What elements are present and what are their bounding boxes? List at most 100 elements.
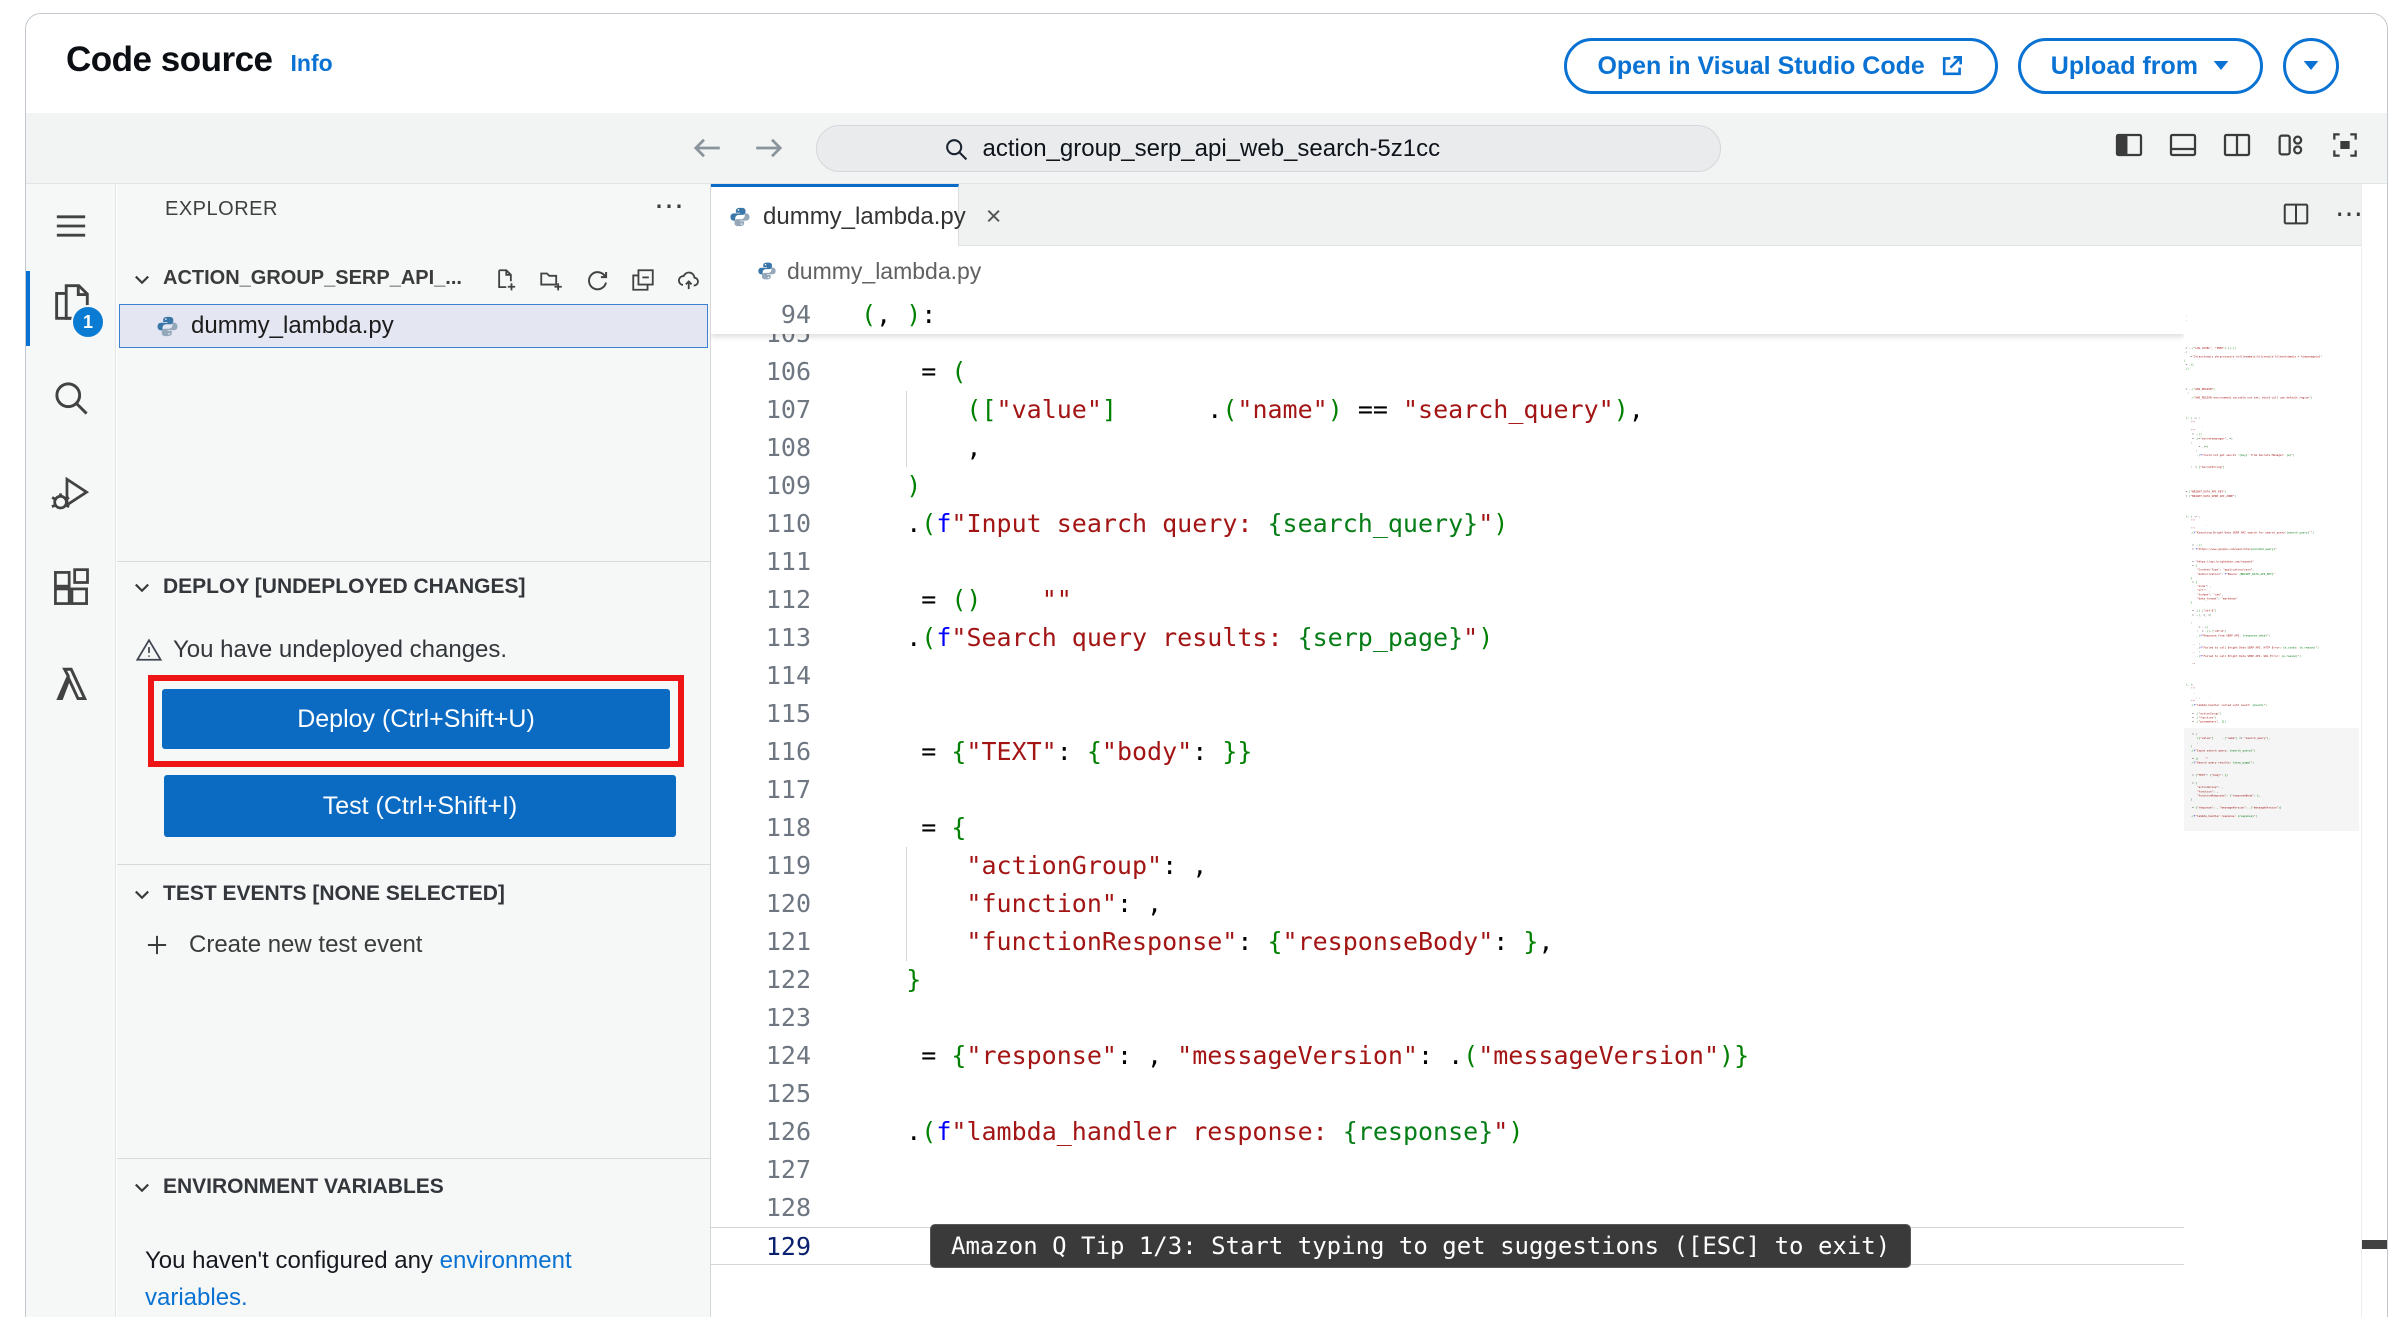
editor-more-actions-icon[interactable]: ⋯ [2335,198,2363,230]
editor-scrollbar[interactable] [2361,184,2387,1317]
code-line[interactable]: 117 [711,771,2184,809]
code-line[interactable]: 126 .(f"lambda_handler response: {respon… [711,1113,2184,1151]
run-debug-view-icon[interactable] [26,471,116,515]
code-text: = {"TEXT": {"body": }} [846,737,1253,766]
extensions-view-icon[interactable] [26,566,116,610]
code-line[interactable]: 111 [711,543,2184,581]
chevron-down-icon[interactable] [131,269,153,291]
code-line[interactable]: 118 = { [711,809,2184,847]
open-in-vscode-button[interactable]: Open in Visual Studio Code [1564,38,1998,94]
code-line[interactable]: 110 .(f"Input search query: {search_quer… [711,505,2184,543]
env-vars-section-header[interactable]: ENVIRONMENT VARIABLES [117,1172,710,1208]
code-area[interactable]: 94 (, ): 105 106 = (107 (["value"] .("na… [711,296,2184,1317]
code-text: "function": , [966,889,1163,918]
deploy-button[interactable]: Deploy (Ctrl+Shift+U) [162,689,670,749]
menu-hamburger-icon[interactable] [26,206,116,246]
new-folder-icon[interactable] [538,267,564,293]
tree-section-header[interactable]: ACTION_GROUP_SERP_API_... [117,260,710,302]
toggle-sidebar-icon[interactable] [2113,129,2145,161]
search-view-icon[interactable] [26,376,116,420]
upload-from-button[interactable]: Upload from [2017,38,2263,94]
line-number: 118 [765,813,811,842]
customize-layout-icon[interactable] [2275,129,2307,161]
upload-icon[interactable] [676,267,702,293]
tab-dummy-lambda[interactable]: dummy_lambda.py × [711,184,1002,246]
search-input[interactable] [980,133,1595,164]
code-line[interactable]: 123 [711,999,2184,1037]
split-editor-icon[interactable] [2221,129,2253,161]
explorer-view-icon[interactable]: 1 [26,279,116,339]
chevron-down-icon[interactable] [131,1177,153,1199]
code-line[interactable]: 120 "function": , [711,885,2184,923]
code-line[interactable]: 125 [711,1075,2184,1113]
forward-arrow-icon[interactable] [750,130,788,166]
section-divider [117,1158,710,1159]
breadcrumb: dummy_lambda.py [711,246,2387,296]
line-number: 106 [765,357,811,386]
code-line[interactable]: 113 .(f"Search query results: {serp_page… [711,619,2184,657]
code-line[interactable]: 124 = {"response": , "messageVersion": .… [711,1037,2184,1075]
chevron-down-icon[interactable] [131,577,153,599]
explorer-more-actions-icon[interactable]: ⋯ [654,184,684,234]
deploy-section-header[interactable]: DEPLOY [UNDEPLOYED CHANGES] [117,572,710,608]
line-number: 107 [765,395,811,424]
code-line[interactable]: 108 , [711,429,2184,467]
code-line[interactable]: 128 [711,1189,2184,1227]
code-line[interactable]: Amazon Q Tip 1/3: Start typing to get su… [711,1224,2184,1268]
line-number: 110 [765,509,811,538]
activity-bar: 1 [26,184,116,1317]
test-button[interactable]: Test (Ctrl+Shift+I) [164,775,676,837]
code-source-card: Code source Info Open in Visual Studio C… [25,13,2388,1317]
code-line[interactable]: 127 [711,1151,2184,1189]
back-arrow-icon[interactable] [688,130,726,166]
code-text: , [846,433,982,462]
line-number: 122 [765,965,811,994]
code-text: = () "" [846,585,1072,614]
info-link[interactable]: Info [291,50,333,77]
code-text: = { [846,813,967,842]
code-text: ) [906,471,922,500]
aws-lambda-view-icon[interactable] [26,661,116,705]
code-line[interactable]: 119 "actionGroup": , [711,847,2184,885]
caret-down-icon [2302,59,2320,73]
code-line[interactable]: 106 = ( [711,353,2184,391]
line-number: 120 [765,889,811,918]
toggle-panel-icon[interactable] [2167,129,2199,161]
more-actions-dropdown-button[interactable] [2283,38,2339,94]
sticky-scroll-line[interactable]: 94 (, ): [711,296,2184,334]
code-line[interactable]: 116 = {"TEXT": {"body": }} [711,733,2184,771]
line-number: 113 [765,623,811,652]
minimap-viewport[interactable] [2184,728,2359,831]
code-line[interactable]: 107 (["value"] .("name") == "search_quer… [711,391,2184,429]
close-tab-icon[interactable]: × [986,201,1002,232]
go-to-file-search[interactable] [816,125,1721,172]
code-editor: dummy_lambda.py × ⋯ dummy_lambda.py 94 (… [711,184,2387,1317]
code-line[interactable]: 115 [711,695,2184,733]
line-number: 114 [765,661,811,690]
code-line[interactable]: 112 = () "" [711,581,2184,619]
env-vars-section-label: ENVIRONMENT VARIABLES [163,1175,444,1198]
fullscreen-icon[interactable] [2329,129,2361,161]
python-file-icon [757,261,777,281]
new-file-icon[interactable] [492,267,518,293]
undeployed-warning-text: You have undeployed changes. [173,636,508,663]
deploy-section-label: DEPLOY [UNDEPLOYED CHANGES] [163,575,526,598]
file-row-dummy-lambda[interactable]: dummy_lambda.py [119,304,708,348]
collapse-all-icon[interactable] [630,267,656,293]
line-number: 112 [765,585,811,614]
open-in-vscode-label: Open in Visual Studio Code [1597,51,1925,80]
create-test-event-button[interactable]: Create new test event [143,931,422,959]
refresh-icon[interactable] [584,267,610,293]
scrollbar-thumb[interactable] [2362,1240,2387,1249]
line-number: 123 [765,1003,811,1032]
test-events-section-header[interactable]: TEST EVENTS [NONE SELECTED] [117,879,710,915]
page-title: Code source [66,40,273,79]
code-line[interactable]: 114 [711,657,2184,695]
code-line[interactable]: 121 "functionResponse": {"responseBody":… [711,923,2184,961]
code-line[interactable]: 109 ) [711,467,2184,505]
tree-root-label[interactable]: ACTION_GROUP_SERP_API_... [163,267,462,290]
code-line[interactable]: 122 } [711,961,2184,999]
split-editor-icon[interactable] [2281,199,2311,229]
breadcrumb-item[interactable]: dummy_lambda.py [787,258,981,285]
chevron-down-icon[interactable] [131,884,153,906]
